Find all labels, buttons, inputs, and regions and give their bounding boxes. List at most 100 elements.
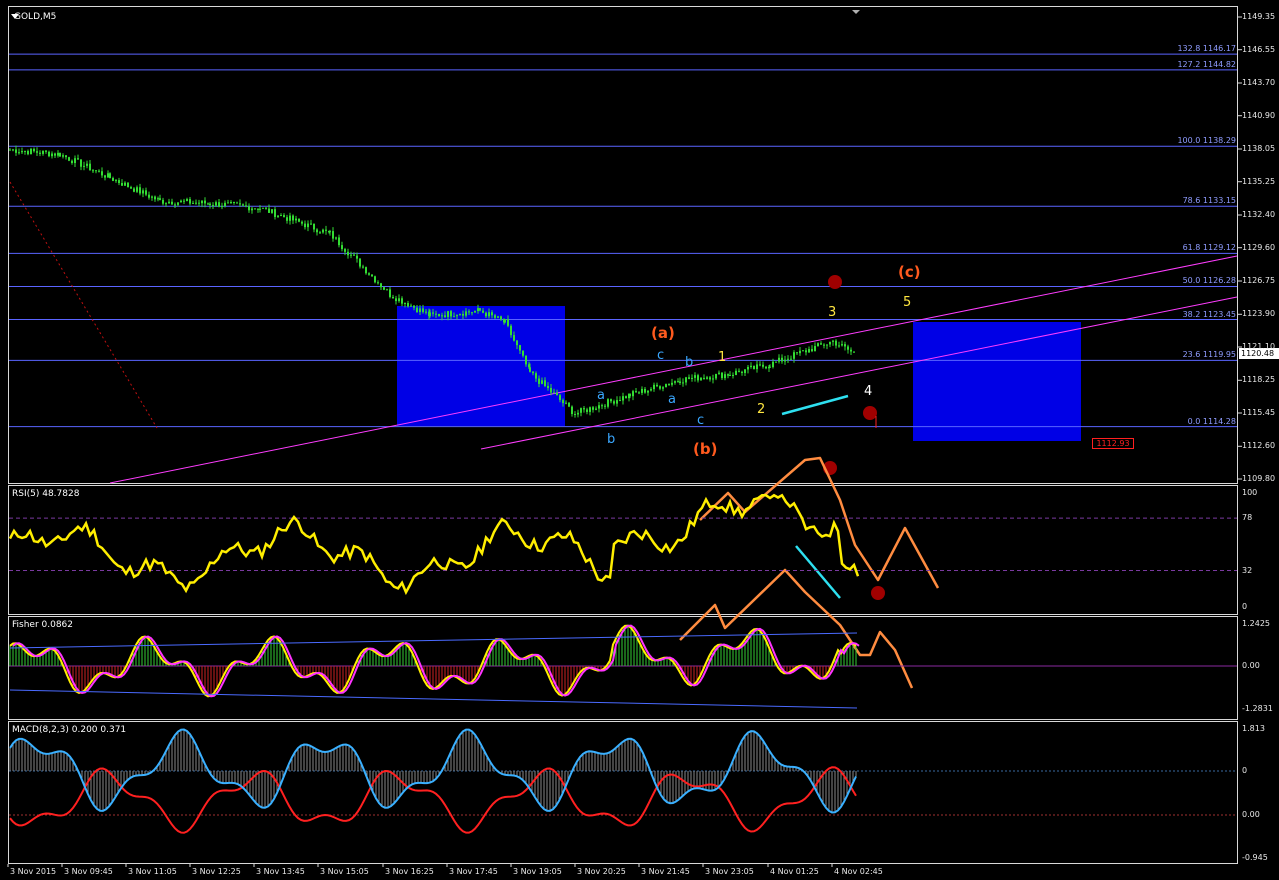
candle-body (607, 399, 609, 407)
fib-level-label: 132.8 1146.17 (1177, 44, 1236, 54)
fib-level-label: 100.0 1138.29 (1177, 136, 1236, 146)
candle-body (750, 365, 752, 367)
candle-body (121, 183, 123, 186)
candle-body (109, 173, 111, 179)
candle-body (325, 229, 327, 231)
candle-body (407, 302, 409, 307)
candle-body (159, 198, 161, 200)
candle-body (738, 370, 740, 372)
candle-body (706, 377, 708, 379)
candle-body (380, 283, 382, 288)
candle-body (765, 366, 767, 369)
candle-body (835, 340, 837, 346)
candle-body (48, 151, 50, 157)
candle-body (404, 302, 406, 304)
candle-body (207, 203, 209, 205)
candle-body (691, 377, 693, 379)
candle-body (541, 380, 543, 384)
candle-body (635, 391, 637, 393)
candle-body (350, 254, 352, 256)
candle-body (694, 375, 696, 378)
candle-body (115, 180, 117, 182)
candle-body (71, 160, 73, 164)
candle-body (820, 343, 822, 345)
candle-body (201, 200, 203, 204)
candle-body (416, 307, 418, 313)
candle-body (295, 218, 297, 221)
price-tick-label: 1146.55 (1242, 44, 1276, 54)
candle-body (494, 315, 496, 318)
candle-body (790, 358, 792, 360)
candle-body (727, 374, 729, 376)
candle-body (474, 310, 476, 313)
candle-body (477, 308, 479, 311)
candle-body (805, 350, 807, 353)
candle-body (127, 182, 129, 188)
candle-body (665, 384, 667, 388)
fisher-tick-label: 1.2425 (1242, 619, 1270, 628)
price-tick-label: 1138.05 (1242, 144, 1276, 153)
macd-tick-label: 1.813 (1242, 724, 1265, 733)
candle-body (429, 312, 431, 317)
price-tick-label: 1118.25 (1242, 375, 1276, 385)
candle-body (479, 308, 481, 311)
candle-body (741, 371, 743, 373)
candle-body (112, 178, 114, 181)
candle-body (613, 401, 615, 404)
wave-label: 2 (757, 402, 766, 417)
wave-label: c (697, 413, 705, 428)
candle-body (718, 372, 720, 374)
time-tick-label: 3 Nov 20:25 (577, 867, 626, 876)
candle-body (497, 316, 499, 318)
rsi-signal-line (9, 494, 859, 594)
time-tick-label: 3 Nov 13:45 (256, 867, 305, 876)
wave-label: c (657, 348, 665, 363)
candle-body (136, 187, 138, 192)
candle-body (435, 313, 437, 315)
candle-body (133, 188, 135, 192)
time-tick-label: 3 Nov 21:45 (641, 867, 690, 876)
candle-body (265, 207, 267, 209)
candle-body (522, 350, 524, 356)
candle-body (709, 377, 711, 380)
candle-body (832, 340, 834, 342)
candle-body (610, 399, 612, 402)
candle-body (808, 349, 810, 353)
candle-body (12, 149, 14, 151)
candle-body (656, 384, 658, 387)
candle-body (441, 315, 443, 317)
candle-body (198, 202, 200, 204)
candle-body (850, 349, 852, 352)
candle-body (280, 215, 282, 217)
fib-level-label: 23.6 1119.95 (1182, 350, 1236, 360)
candle-body (677, 381, 679, 383)
pivot-dot (871, 586, 885, 600)
candle-body (298, 218, 300, 222)
candle-body (598, 405, 600, 409)
price-tick-label: 1135.25 (1242, 176, 1276, 186)
candle-body (616, 400, 618, 404)
candle-body (802, 350, 804, 352)
candle-body (422, 308, 424, 313)
candle-body (853, 351, 855, 353)
candle-body (254, 208, 256, 210)
candle-body (601, 405, 603, 407)
time-tick-label: 3 Nov 23:05 (705, 867, 754, 876)
candle-body (365, 267, 367, 274)
macd-tick-label: 0.00 (1242, 810, 1260, 819)
candle-body (319, 232, 321, 234)
candle-body (662, 387, 664, 389)
candle-body (410, 305, 412, 307)
price-tick-label: 1149.35 (1242, 12, 1276, 21)
price-tick-label: 1132.40 (1242, 210, 1276, 219)
candle-body (33, 148, 35, 152)
candle-body (513, 335, 515, 341)
candle-body (583, 408, 585, 410)
price-tick-label: 1112.60 (1242, 441, 1276, 451)
candle-body (310, 223, 312, 225)
candle-body (659, 386, 661, 389)
candle-body (18, 152, 20, 154)
candle-body (712, 378, 714, 380)
wave-label: 1 (718, 350, 727, 365)
candle-body (580, 408, 582, 413)
